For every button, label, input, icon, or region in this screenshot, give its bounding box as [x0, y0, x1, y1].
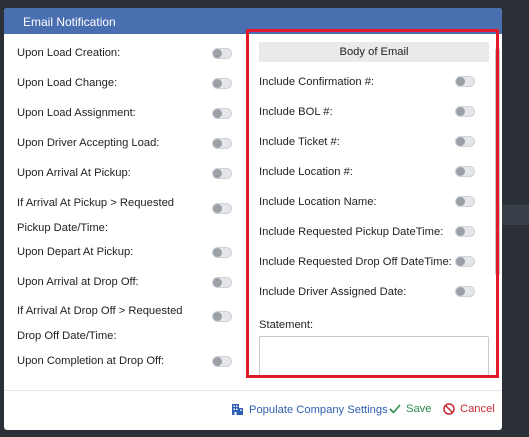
trigger-toggle[interactable] [212, 356, 232, 367]
cancel-label: Cancel [460, 403, 495, 415]
trigger-toggle[interactable] [212, 168, 232, 179]
body-option-label: Include Requested Pickup DateTime: [259, 226, 444, 238]
body-option-label: Include Location #: [259, 166, 353, 178]
body-option-toggle[interactable] [455, 76, 475, 87]
body-option-item: Include Confirmation #: [250, 68, 490, 98]
trigger-item: Upon Depart At Pickup: [4, 237, 244, 267]
trigger-item: Upon Arrival at Drop Off: [4, 267, 244, 297]
body-option-toggle[interactable] [455, 136, 475, 147]
trigger-label: Upon Completion at Drop Off: [17, 355, 165, 367]
save-button[interactable]: Save [389, 403, 432, 415]
body-option-label: Include Requested Drop Off DateTime: [259, 256, 452, 268]
body-option-toggle[interactable] [455, 196, 475, 207]
trigger-label: If Arrival At Drop Off > Requested Drop … [17, 305, 183, 342]
trigger-toggle[interactable] [212, 203, 232, 214]
body-option-label: Include Driver Assigned Date: [259, 286, 407, 298]
populate-company-settings-button[interactable]: Populate Company Settings [231, 403, 388, 416]
trigger-toggle[interactable] [212, 48, 232, 59]
trigger-label: If Arrival At Pickup > Requested Pickup … [17, 197, 175, 234]
trigger-item: Upon Load Assignment: [4, 98, 244, 128]
trigger-item: Upon Load Creation: [4, 38, 244, 68]
body-option-item: Include Location Name: [250, 188, 490, 218]
body-option-item: Include BOL #: [250, 98, 490, 128]
scrollbar[interactable] [495, 48, 500, 276]
body-of-email-header: Body of Email [259, 42, 489, 62]
trigger-label: Upon Load Assignment: [17, 107, 136, 119]
body-of-email-panel: Body of Email Include Confirmation #: In… [250, 34, 498, 378]
body-option-toggle[interactable] [455, 226, 475, 237]
body-option-toggle[interactable] [455, 166, 475, 177]
notification-triggers-list: Upon Load Creation: Upon Load Change: Up… [4, 34, 244, 390]
building-icon [231, 403, 244, 416]
trigger-toggle[interactable] [212, 311, 232, 322]
trigger-item: If Arrival At Pickup > Requested Pickup … [4, 191, 244, 241]
statement-textarea[interactable] [259, 336, 489, 376]
trigger-toggle[interactable] [212, 247, 232, 258]
body-option-item: Include Location #: [250, 158, 490, 188]
modal-title: Email Notification [4, 8, 502, 34]
trigger-toggle[interactable] [212, 108, 232, 119]
body-option-item: Include Ticket #: [250, 128, 490, 158]
trigger-item: Upon Arrival At Pickup: [4, 158, 244, 188]
populate-label: Populate Company Settings [249, 403, 388, 416]
statement-label: Statement: [259, 319, 314, 331]
trigger-label: Upon Load Change: [17, 77, 118, 89]
cancel-button[interactable]: Cancel [443, 403, 495, 415]
trigger-item: If Arrival At Drop Off > Requested Drop … [4, 299, 244, 349]
trigger-label: Upon Driver Accepting Load: [17, 137, 160, 149]
backdrop [500, 205, 529, 225]
trigger-item: Upon Driver Accepting Load: [4, 128, 244, 158]
trigger-toggle[interactable] [212, 78, 232, 89]
body-option-label: Include Location Name: [259, 196, 377, 208]
save-label: Save [406, 403, 432, 415]
trigger-label: Upon Load Creation: [17, 47, 121, 59]
body-option-item: Include Requested Drop Off DateTime: [250, 248, 490, 278]
body-option-toggle[interactable] [455, 106, 475, 117]
trigger-label: Upon Arrival at Drop Off: [17, 276, 139, 288]
trigger-toggle[interactable] [212, 138, 232, 149]
body-option-toggle[interactable] [455, 286, 475, 297]
check-icon [389, 404, 401, 414]
body-option-label: Include BOL #: [259, 106, 333, 118]
body-option-label: Include Ticket #: [259, 136, 340, 148]
trigger-item: Upon Load Change: [4, 68, 244, 98]
cancel-icon [443, 403, 455, 415]
trigger-label: Upon Depart At Pickup: [17, 246, 134, 258]
trigger-label: Upon Arrival At Pickup: [17, 167, 131, 179]
body-option-item: Include Driver Assigned Date: [250, 278, 490, 308]
trigger-item: Upon Completion at Drop Off: [4, 346, 244, 376]
trigger-toggle[interactable] [212, 277, 232, 288]
modal-footer: Populate Company Settings Save Cancel [4, 390, 502, 430]
body-option-label: Include Confirmation #: [259, 76, 375, 88]
email-notification-modal: Email Notification Upon Load Creation: U… [4, 8, 502, 430]
body-option-toggle[interactable] [455, 256, 475, 267]
body-option-item: Include Requested Pickup DateTime: [250, 218, 490, 248]
